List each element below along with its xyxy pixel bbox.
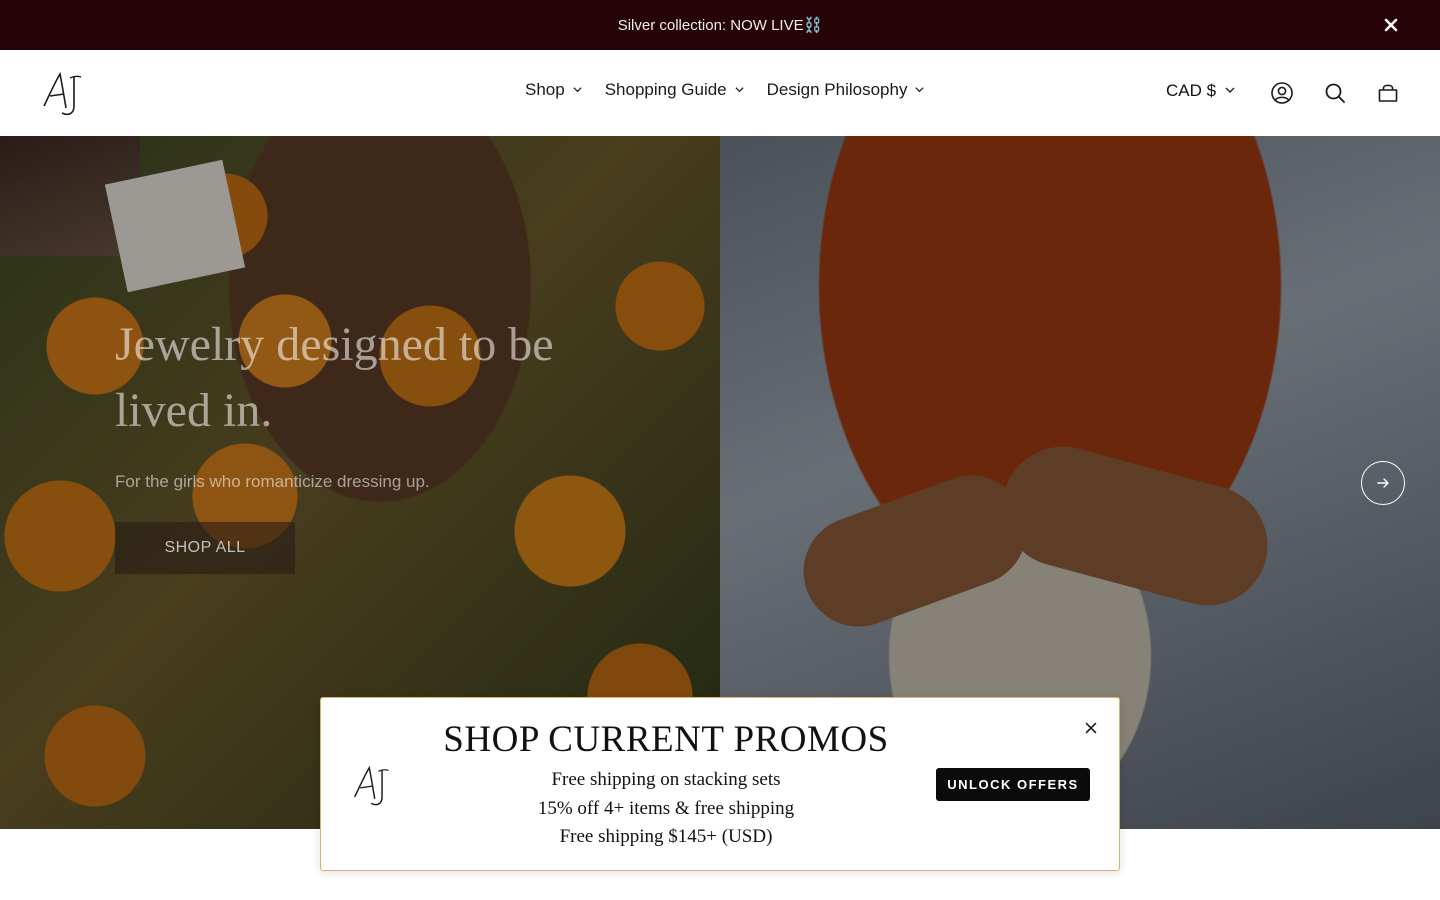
close-promo-icon[interactable] [1082,719,1100,737]
account-icon[interactable] [1270,81,1294,105]
nav-shopping-guide[interactable]: Shopping Guide [605,80,745,100]
promo-title: SHOP CURRENT PROMOS [443,719,889,760]
chevron-down-icon [572,80,583,100]
nav-shopping-guide-label: Shopping Guide [604,80,727,99]
cart-icon[interactable] [1376,81,1400,105]
search-icon[interactable] [1323,81,1347,105]
chevron-down-icon [734,80,745,100]
hero-copy: Jewelry designed to be lived in. For the… [115,312,595,574]
nav-shop-label: Shop [525,80,565,99]
brand-logo[interactable] [40,70,86,118]
close-announcement-icon[interactable] [1380,14,1402,36]
nav-shop[interactable]: Shop [525,80,583,100]
arrow-right-icon [1377,478,1389,488]
hero-title: Jewelry designed to be lived in. [115,318,554,437]
nav-design-philosophy-label: Design Philosophy [766,80,908,99]
announcement-text: Silver collection: NOW LIVE⛓️ [617,17,823,34]
promo-line: 15% off 4+ items & free shipping [537,797,795,819]
chevron-down-icon [1224,81,1236,101]
promo-line: Free shipping $145+ (USD) [559,826,773,847]
promo-brand-logo [351,764,393,808]
hero-subtitle: For the girls who romanticize dressing u… [115,472,430,491]
promo-lines: Free shipping on stacking sets 15% off 4… [431,766,901,852]
announcement-bar: Silver collection: NOW LIVE⛓️ [0,0,1440,50]
main-nav: Shop Shopping Guide Design Philosophy [525,80,925,100]
promo-popup: SHOP CURRENT PROMOS Free shipping on sta… [320,697,1120,871]
unlock-offers-button[interactable]: UNLOCK OFFERS [936,768,1090,801]
currency-label: CAD $ [1166,81,1217,100]
chevron-down-icon [914,80,925,100]
currency-selector[interactable]: CAD $ [1166,81,1236,101]
shop-all-button[interactable]: SHOP ALL [115,522,295,574]
nav-design-philosophy[interactable]: Design Philosophy [767,80,926,100]
promo-line: Free shipping on stacking sets [551,769,781,790]
site-header: Shop Shopping Guide Design Philosophy CA… [0,50,1440,136]
next-slide-button[interactable] [1361,461,1405,505]
